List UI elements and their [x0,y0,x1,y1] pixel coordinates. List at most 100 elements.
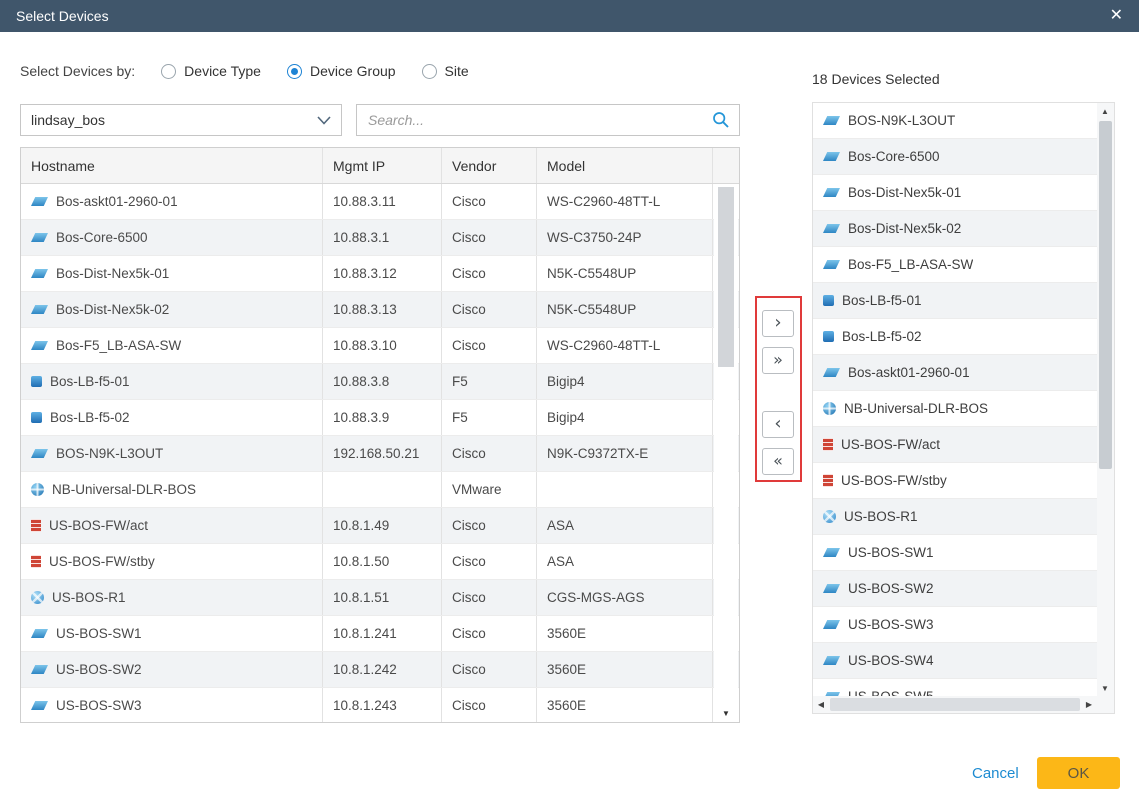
f5-icon [823,295,834,306]
search-icon[interactable] [712,111,730,129]
list-item[interactable]: US-BOS-SW1 [813,535,1097,571]
list-item[interactable]: US-BOS-SW5 [813,679,1097,696]
vendor-cell: F5 [442,364,537,399]
scroll-down-icon[interactable]: ▼ [718,705,734,721]
table-row[interactable]: US-BOS-SW3 10.8.1.243 Cisco 3560E [21,688,739,722]
switch-icon [31,449,48,458]
list-item[interactable]: Bos-askt01-2960-01 [813,355,1097,391]
dialog-titlebar: Select Devices ✕ [0,0,1139,32]
vendor-cell: F5 [442,400,537,435]
move-all-right-button[interactable]: » [762,347,794,374]
radio-icon [161,64,176,79]
table-row[interactable]: Bos-Dist-Nex5k-02 10.88.3.13 Cisco N5K-C… [21,292,739,328]
move-left-button[interactable]: ‹ [762,411,794,438]
hostname-label: Bos-Dist-Nex5k-01 [56,266,169,281]
model-cell: N5K-C5548UP [537,256,713,291]
cancel-button[interactable]: Cancel [972,765,1019,782]
table-row[interactable]: Bos-Dist-Nex5k-01 10.88.3.12 Cisco N5K-C… [21,256,739,292]
scroll-up-icon[interactable]: ▲ [1097,103,1113,119]
mgmt-ip-cell: 10.8.1.243 [323,688,442,722]
vendor-cell: Cisco [442,328,537,363]
hostname-label: US-BOS-FW/stby [49,554,155,569]
selected-item-label: BOS-N9K-L3OUT [848,113,955,128]
list-item[interactable]: BOS-N9K-L3OUT [813,103,1097,139]
switch-icon [823,584,840,593]
selected-item-label: US-BOS-SW2 [848,581,934,596]
switch-icon [823,224,840,233]
hostname-cell: Bos-F5_LB-ASA-SW [21,328,323,363]
table-row[interactable]: US-BOS-SW1 10.8.1.241 Cisco 3560E [21,616,739,652]
table-row[interactable]: Bos-F5_LB-ASA-SW 10.88.3.10 Cisco WS-C29… [21,328,739,364]
list-item[interactable]: US-BOS-SW2 [813,571,1097,607]
scrollbar-thumb[interactable] [1099,121,1112,469]
radio-device-type[interactable]: Device Type [161,63,261,79]
table-row[interactable]: NB-Universal-DLR-BOS VMware [21,472,739,508]
selected-devices-panel: BOS-N9K-L3OUT Bos-Core-6500 Bos-Dist-Nex… [812,102,1115,714]
model-cell: WS-C2960-48TT-L [537,184,713,219]
selected-count: 18 Devices Selected [812,71,940,87]
hostname-label: US-BOS-FW/act [49,518,148,533]
mgmt-ip-cell: 10.88.3.11 [323,184,442,219]
move-right-button[interactable]: › [762,310,794,337]
model-cell: Bigip4 [537,364,713,399]
mgmt-ip-cell: 10.8.1.242 [323,652,442,687]
list-item[interactable]: Bos-Core-6500 [813,139,1097,175]
table-row[interactable]: US-BOS-FW/stby 10.8.1.50 Cisco ASA [21,544,739,580]
ok-button[interactable]: OK [1037,757,1120,789]
selected-vertical-scrollbar[interactable]: ▲ ▼ [1097,103,1114,696]
radio-device-group[interactable]: Device Group [287,63,396,79]
table-row[interactable]: US-BOS-SW2 10.8.1.242 Cisco 3560E [21,652,739,688]
table-row[interactable]: US-BOS-FW/act 10.8.1.49 Cisco ASA [21,508,739,544]
hostname-label: Bos-LB-f5-01 [50,374,130,389]
list-item[interactable]: US-BOS-FW/act [813,427,1097,463]
move-all-left-button[interactable]: « [762,448,794,475]
hostname-label: Bos-Core-6500 [56,230,148,245]
scrollbar-thumb[interactable] [718,187,734,367]
scroll-down-icon[interactable]: ▼ [1097,680,1113,696]
table-row[interactable]: Bos-Core-6500 10.88.3.1 Cisco WS-C3750-2… [21,220,739,256]
list-item[interactable]: US-BOS-SW4 [813,643,1097,679]
table-row[interactable]: Bos-LB-f5-02 10.88.3.9 F5 Bigip4 [21,400,739,436]
selected-horizontal-scrollbar[interactable]: ◀ ▶ [813,696,1097,713]
selected-item-label: Bos-F5_LB-ASA-SW [848,257,973,272]
list-item[interactable]: Bos-LB-f5-01 [813,283,1097,319]
selected-item-label: Bos-askt01-2960-01 [848,365,970,380]
hostname-label: US-BOS-SW1 [56,626,142,641]
selected-item-label: Bos-LB-f5-02 [842,329,922,344]
table-row[interactable]: BOS-N9K-L3OUT 192.168.50.21 Cisco N9K-C9… [21,436,739,472]
scroll-right-icon[interactable]: ▶ [1081,696,1097,712]
switch-icon [31,701,48,710]
model-cell: Bigip4 [537,400,713,435]
mgmt-ip-cell: 10.88.3.1 [323,220,442,255]
scrollbar-corner [1097,696,1114,713]
list-item[interactable]: US-BOS-SW3 [813,607,1097,643]
switch-icon [823,152,840,161]
switch-icon [31,305,48,314]
table-scrollbar[interactable]: ▼ [714,185,738,721]
col-hostname: Hostname [21,148,323,183]
selected-rows: BOS-N9K-L3OUT Bos-Core-6500 Bos-Dist-Nex… [813,103,1097,696]
list-item[interactable]: Bos-Dist-Nex5k-02 [813,211,1097,247]
table-row[interactable]: US-BOS-R1 10.8.1.51 Cisco CGS-MGS-AGS [21,580,739,616]
table-row[interactable]: Bos-askt01-2960-01 10.88.3.11 Cisco WS-C… [21,184,739,220]
list-item[interactable]: Bos-LB-f5-02 [813,319,1097,355]
list-item[interactable]: US-BOS-R1 [813,499,1097,535]
list-item[interactable]: NB-Universal-DLR-BOS [813,391,1097,427]
table-row[interactable]: Bos-LB-f5-01 10.88.3.8 F5 Bigip4 [21,364,739,400]
selected-item-label: US-BOS-SW1 [848,545,934,560]
list-item[interactable]: Bos-F5_LB-ASA-SW [813,247,1097,283]
close-icon[interactable]: ✕ [1110,8,1123,24]
model-cell: CGS-MGS-AGS [537,580,713,615]
vendor-cell: Cisco [442,652,537,687]
scrollbar-thumb[interactable] [830,698,1080,711]
list-item[interactable]: Bos-Dist-Nex5k-01 [813,175,1097,211]
scroll-left-icon[interactable]: ◀ [813,696,829,712]
device-table-header: Hostname Mgmt IP Vendor Model [21,148,739,184]
hostname-label: BOS-N9K-L3OUT [56,446,163,461]
search-input[interactable] [366,111,712,129]
model-cell: N9K-C9372TX-E [537,436,713,471]
radio-site[interactable]: Site [422,63,469,79]
list-item[interactable]: US-BOS-FW/stby [813,463,1097,499]
device-group-dropdown[interactable]: lindsay_bos [20,104,342,136]
switch-icon [823,368,840,377]
